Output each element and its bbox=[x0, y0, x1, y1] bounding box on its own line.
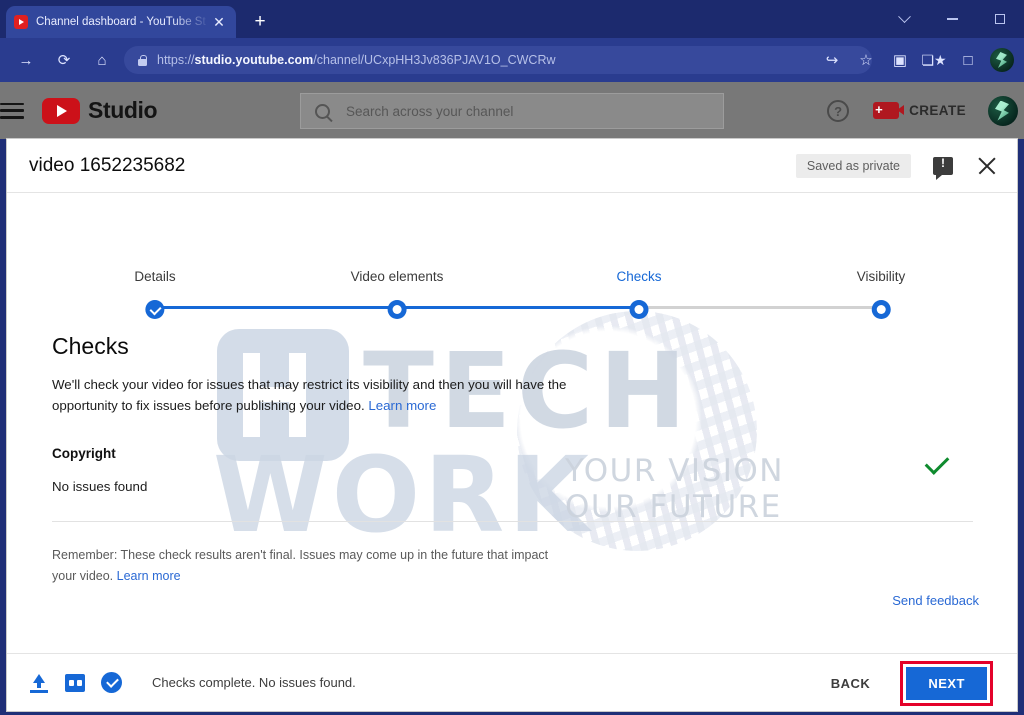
copyright-title: Copyright bbox=[52, 446, 116, 461]
checks-description-learn-more-link[interactable]: Learn more bbox=[368, 398, 436, 413]
next-button[interactable]: NEXT bbox=[906, 666, 987, 700]
maximize-icon[interactable] bbox=[976, 0, 1024, 38]
footer-status-text: Checks complete. No issues found. bbox=[152, 675, 356, 690]
youtube-favicon-icon bbox=[14, 15, 28, 29]
step-visibility-label: Visibility bbox=[856, 269, 906, 284]
url-host: studio.youtube.com bbox=[194, 53, 314, 67]
tab-search-chevron-down-icon[interactable] bbox=[880, 0, 928, 38]
hamburger-menu-icon[interactable] bbox=[0, 102, 24, 119]
help-icon[interactable]: ? bbox=[827, 99, 850, 122]
create-button-label: CREATE bbox=[909, 103, 966, 118]
address-bar[interactable]: https://studio.youtube.com/channel/UCxpH… bbox=[124, 46, 872, 74]
side-panel-icon[interactable]: □ bbox=[952, 44, 984, 76]
step-checks[interactable]: Checks bbox=[616, 269, 662, 319]
dialog-footer-actions: BACK NEXT bbox=[817, 654, 1001, 711]
copyright-status: No issues found bbox=[52, 479, 148, 494]
bookmark-star-icon[interactable]: ☆ bbox=[850, 44, 882, 76]
forward-icon[interactable]: → bbox=[10, 44, 42, 76]
share-icon[interactable]: ↪ bbox=[816, 44, 848, 76]
step-video-elements-label: Video elements bbox=[350, 269, 444, 284]
send-feedback-icon[interactable] bbox=[933, 156, 953, 180]
video-camera-icon bbox=[873, 100, 905, 119]
back-button[interactable]: BACK bbox=[817, 668, 885, 699]
close-icon[interactable] bbox=[975, 154, 999, 178]
studio-logo-text: Studio bbox=[88, 97, 158, 123]
step-details-check-icon bbox=[145, 300, 165, 319]
home-icon[interactable]: ⌂ bbox=[86, 44, 118, 76]
copyright-check-row: Copyright No issues found bbox=[52, 446, 979, 494]
step-checks-dot-icon bbox=[629, 300, 649, 319]
dialog-body: TECH WORK YOUR VISION OUR FUTURE Details… bbox=[7, 193, 1017, 653]
url-scheme: https:// bbox=[157, 53, 195, 67]
dialog-header-actions: Saved as private bbox=[795, 139, 1005, 193]
checks-heading: Checks bbox=[52, 333, 129, 359]
browser-window: Channel dashboard - YouTube St ✕ + → ⟳ ⌂… bbox=[0, 0, 1024, 715]
checks-description-text: We'll check your video for issues that m… bbox=[52, 377, 567, 413]
checks-complete-icon bbox=[101, 672, 122, 693]
saved-status-badge: Saved as private bbox=[795, 154, 911, 178]
content-divider bbox=[52, 521, 973, 522]
minimize-icon[interactable] bbox=[928, 0, 976, 38]
studio-header-actions: ? CREATE bbox=[827, 82, 1024, 139]
step-details[interactable]: Details bbox=[134, 269, 176, 319]
dialog-footer: Checks complete. No issues found. BACK N… bbox=[7, 653, 1017, 711]
step-video-elements[interactable]: Video elements bbox=[350, 269, 444, 319]
screen-capture-icon[interactable]: ▣ bbox=[884, 44, 916, 76]
lock-icon bbox=[138, 54, 147, 66]
tab-title: Channel dashboard - YouTube St bbox=[36, 16, 206, 28]
step-visibility-dot-icon bbox=[871, 300, 891, 319]
step-details-label: Details bbox=[134, 269, 176, 284]
search-icon bbox=[315, 103, 330, 119]
search-placeholder: Search across your channel bbox=[346, 103, 514, 119]
browser-titlebar: Channel dashboard - YouTube St ✕ + bbox=[0, 0, 1024, 38]
remember-learn-more-link[interactable]: Learn more bbox=[117, 569, 181, 583]
studio-account-avatar[interactable] bbox=[988, 95, 1018, 126]
url-path: /channel/UCxpHH3Jv836PJAV1O_CWCRw bbox=[313, 53, 556, 67]
step-video-elements-dot-icon bbox=[387, 300, 407, 319]
checks-content: Checks We'll check your video for issues… bbox=[7, 333, 1017, 608]
remember-note: Remember: These check results aren't fin… bbox=[52, 545, 572, 587]
new-tab-button[interactable]: + bbox=[248, 10, 272, 34]
url-text: https://studio.youtube.com/channel/UCxpH… bbox=[157, 53, 556, 67]
send-feedback-link[interactable]: Send feedback bbox=[892, 593, 979, 608]
step-visibility[interactable]: Visibility bbox=[856, 269, 906, 319]
dialog-header: video 1652235682 Saved as private bbox=[7, 139, 1017, 193]
extensions-puzzle-icon[interactable]: ❏★ bbox=[918, 44, 950, 76]
reload-icon[interactable]: ⟳ bbox=[48, 44, 80, 76]
dialog-title: video 1652235682 bbox=[29, 154, 186, 176]
tab-close-icon[interactable]: ✕ bbox=[210, 13, 228, 31]
step-checks-label: Checks bbox=[616, 269, 662, 284]
checks-description: We'll check your video for issues that m… bbox=[52, 374, 597, 416]
video-elements-icon bbox=[65, 673, 85, 692]
youtube-studio-logo[interactable]: Studio bbox=[42, 97, 158, 124]
window-controls bbox=[880, 0, 1024, 38]
upload-icon bbox=[29, 673, 49, 693]
chrome-profile-avatar[interactable] bbox=[990, 48, 1014, 72]
studio-search-input[interactable]: Search across your channel bbox=[300, 93, 724, 129]
youtube-play-icon bbox=[42, 97, 80, 124]
video-upload-dialog: video 1652235682 Saved as private TECH W… bbox=[6, 138, 1018, 712]
create-button[interactable]: CREATE bbox=[873, 100, 966, 119]
toolbar-actions: ↪ ☆ ▣ ❏★ □ bbox=[814, 46, 1020, 74]
browser-tab[interactable]: Channel dashboard - YouTube St ✕ bbox=[6, 6, 236, 38]
next-button-highlight: NEXT bbox=[900, 660, 993, 706]
